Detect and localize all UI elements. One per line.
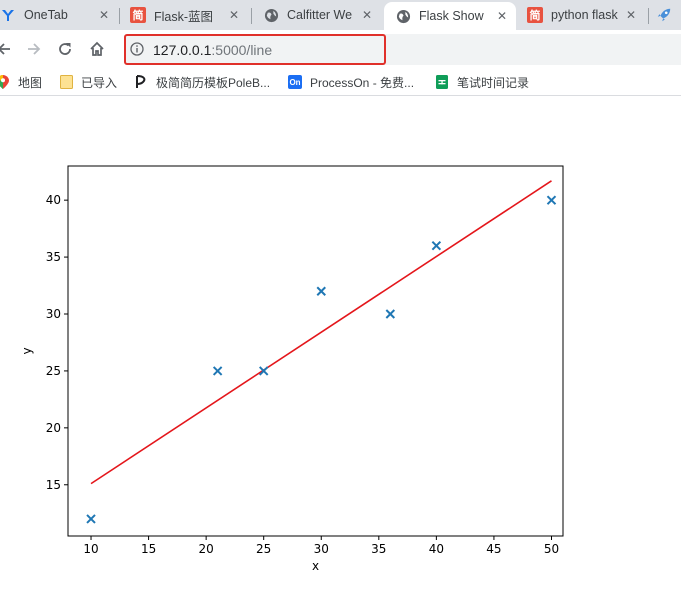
rocket-icon (656, 7, 672, 23)
close-icon[interactable]: ✕ (226, 7, 242, 23)
tab-flask-blueprint[interactable]: 简 Flask-蓝图 ✕ (130, 0, 248, 30)
reload-icon (59, 43, 71, 55)
x-tick-label: 40 (429, 542, 444, 556)
y-tick-label: 25 (46, 364, 61, 378)
info-icon[interactable] (130, 42, 144, 56)
close-icon[interactable]: ✕ (96, 7, 112, 23)
home-icon (90, 41, 104, 56)
folder-icon (59, 75, 73, 89)
scatter-point (385, 309, 396, 319)
scatter-point (546, 195, 557, 205)
scatter-point (431, 240, 442, 251)
url-host: 127.0.0.1 (153, 42, 212, 58)
tab-calfitter[interactable]: Calfitter We ✕ (263, 0, 381, 30)
tab-divider (119, 8, 120, 24)
globe-icon (263, 7, 279, 23)
scatter-point (316, 286, 326, 296)
tab-extension[interactable] (656, 0, 681, 30)
jian-icon: 简 (130, 7, 146, 23)
bookmark-imported-folder[interactable]: 已导入 (59, 73, 117, 91)
bookmark-label: 地图 (18, 75, 43, 90)
x-tick-label: 45 (486, 542, 501, 556)
x-tick-label: 30 (314, 542, 329, 556)
onetab-icon (0, 7, 16, 23)
y-tick-label: 15 (46, 478, 61, 492)
tab-onetab[interactable]: OneTab ✕ (0, 0, 118, 30)
x-axis-label: x (312, 559, 319, 573)
arrow-left-icon (0, 43, 10, 55)
y-axis-label: y (20, 347, 34, 354)
bookmark-exam-schedule[interactable]: 笔试时间记录 (435, 73, 529, 91)
y-tick-label: 30 (46, 307, 61, 321)
x-tick-label: 25 (256, 542, 271, 556)
tab-strip: OneTab ✕ 简 Flask-蓝图 ✕ Calfitter We ✕ Fla… (0, 0, 681, 30)
y-tick-label: 40 (46, 193, 61, 207)
bookmark-label: 极简简历模板PoleB... (156, 75, 271, 90)
tab-flask-show[interactable]: Flask Show ✕ (384, 2, 516, 30)
forward-button[interactable] (22, 37, 46, 61)
tab-divider (648, 8, 649, 24)
bookmark-label: 已导入 (81, 75, 118, 90)
jian-icon: 简 (527, 7, 543, 23)
y-tick-label: 35 (46, 250, 61, 264)
scatter-plot: 10 15 20 25 30 35 40 45 50 15 20 25 30 35 40 x y (20, 165, 564, 573)
scatter-point (212, 366, 223, 376)
close-icon[interactable]: ✕ (359, 7, 375, 23)
globe-icon (395, 8, 411, 24)
page-content: 10 15 20 25 30 35 40 45 50 15 20 25 30 35 40 x y (0, 100, 681, 589)
tab-divider (251, 8, 252, 24)
bookmarks-bar: 地图 已导入 极简简历模板PoleB... On ProcessOn - 免费.… (0, 68, 681, 96)
home-button[interactable] (85, 37, 109, 61)
tab-python-flask[interactable]: 简 python flask ✕ (527, 0, 645, 30)
bookmark-processon[interactable]: On ProcessOn - 免费... (288, 73, 414, 91)
close-icon[interactable]: ✕ (623, 7, 639, 23)
y-tick-label: 20 (46, 421, 61, 435)
maps-pin-icon (0, 75, 10, 89)
scatter-point (258, 366, 269, 376)
fit-line (90, 180, 552, 485)
x-tick-label: 10 (83, 542, 98, 556)
bookmark-label: ProcessOn - 免费... (310, 75, 415, 90)
x-tick-label: 15 (141, 542, 156, 556)
scatter-point (86, 514, 96, 524)
bookmark-maps[interactable]: 地图 (0, 73, 42, 91)
poleb-icon (134, 75, 148, 89)
x-tick-label: 50 (544, 542, 559, 556)
address-bar-url[interactable]: 127.0.0.1:5000/line (153, 40, 272, 60)
sheets-icon (435, 75, 449, 89)
close-icon[interactable]: ✕ (494, 8, 510, 24)
back-button[interactable] (0, 37, 16, 61)
arrow-right-icon (28, 43, 41, 55)
url-path: :5000/line (211, 42, 273, 58)
x-tick-label: 35 (371, 542, 386, 556)
x-tick-label: 20 (198, 542, 213, 556)
bookmark-label: 笔试时间记录 (457, 75, 530, 90)
reload-button[interactable] (53, 37, 77, 61)
processon-icon: On (288, 75, 302, 89)
bookmark-poleb[interactable]: 极简简历模板PoleB... (134, 73, 270, 91)
